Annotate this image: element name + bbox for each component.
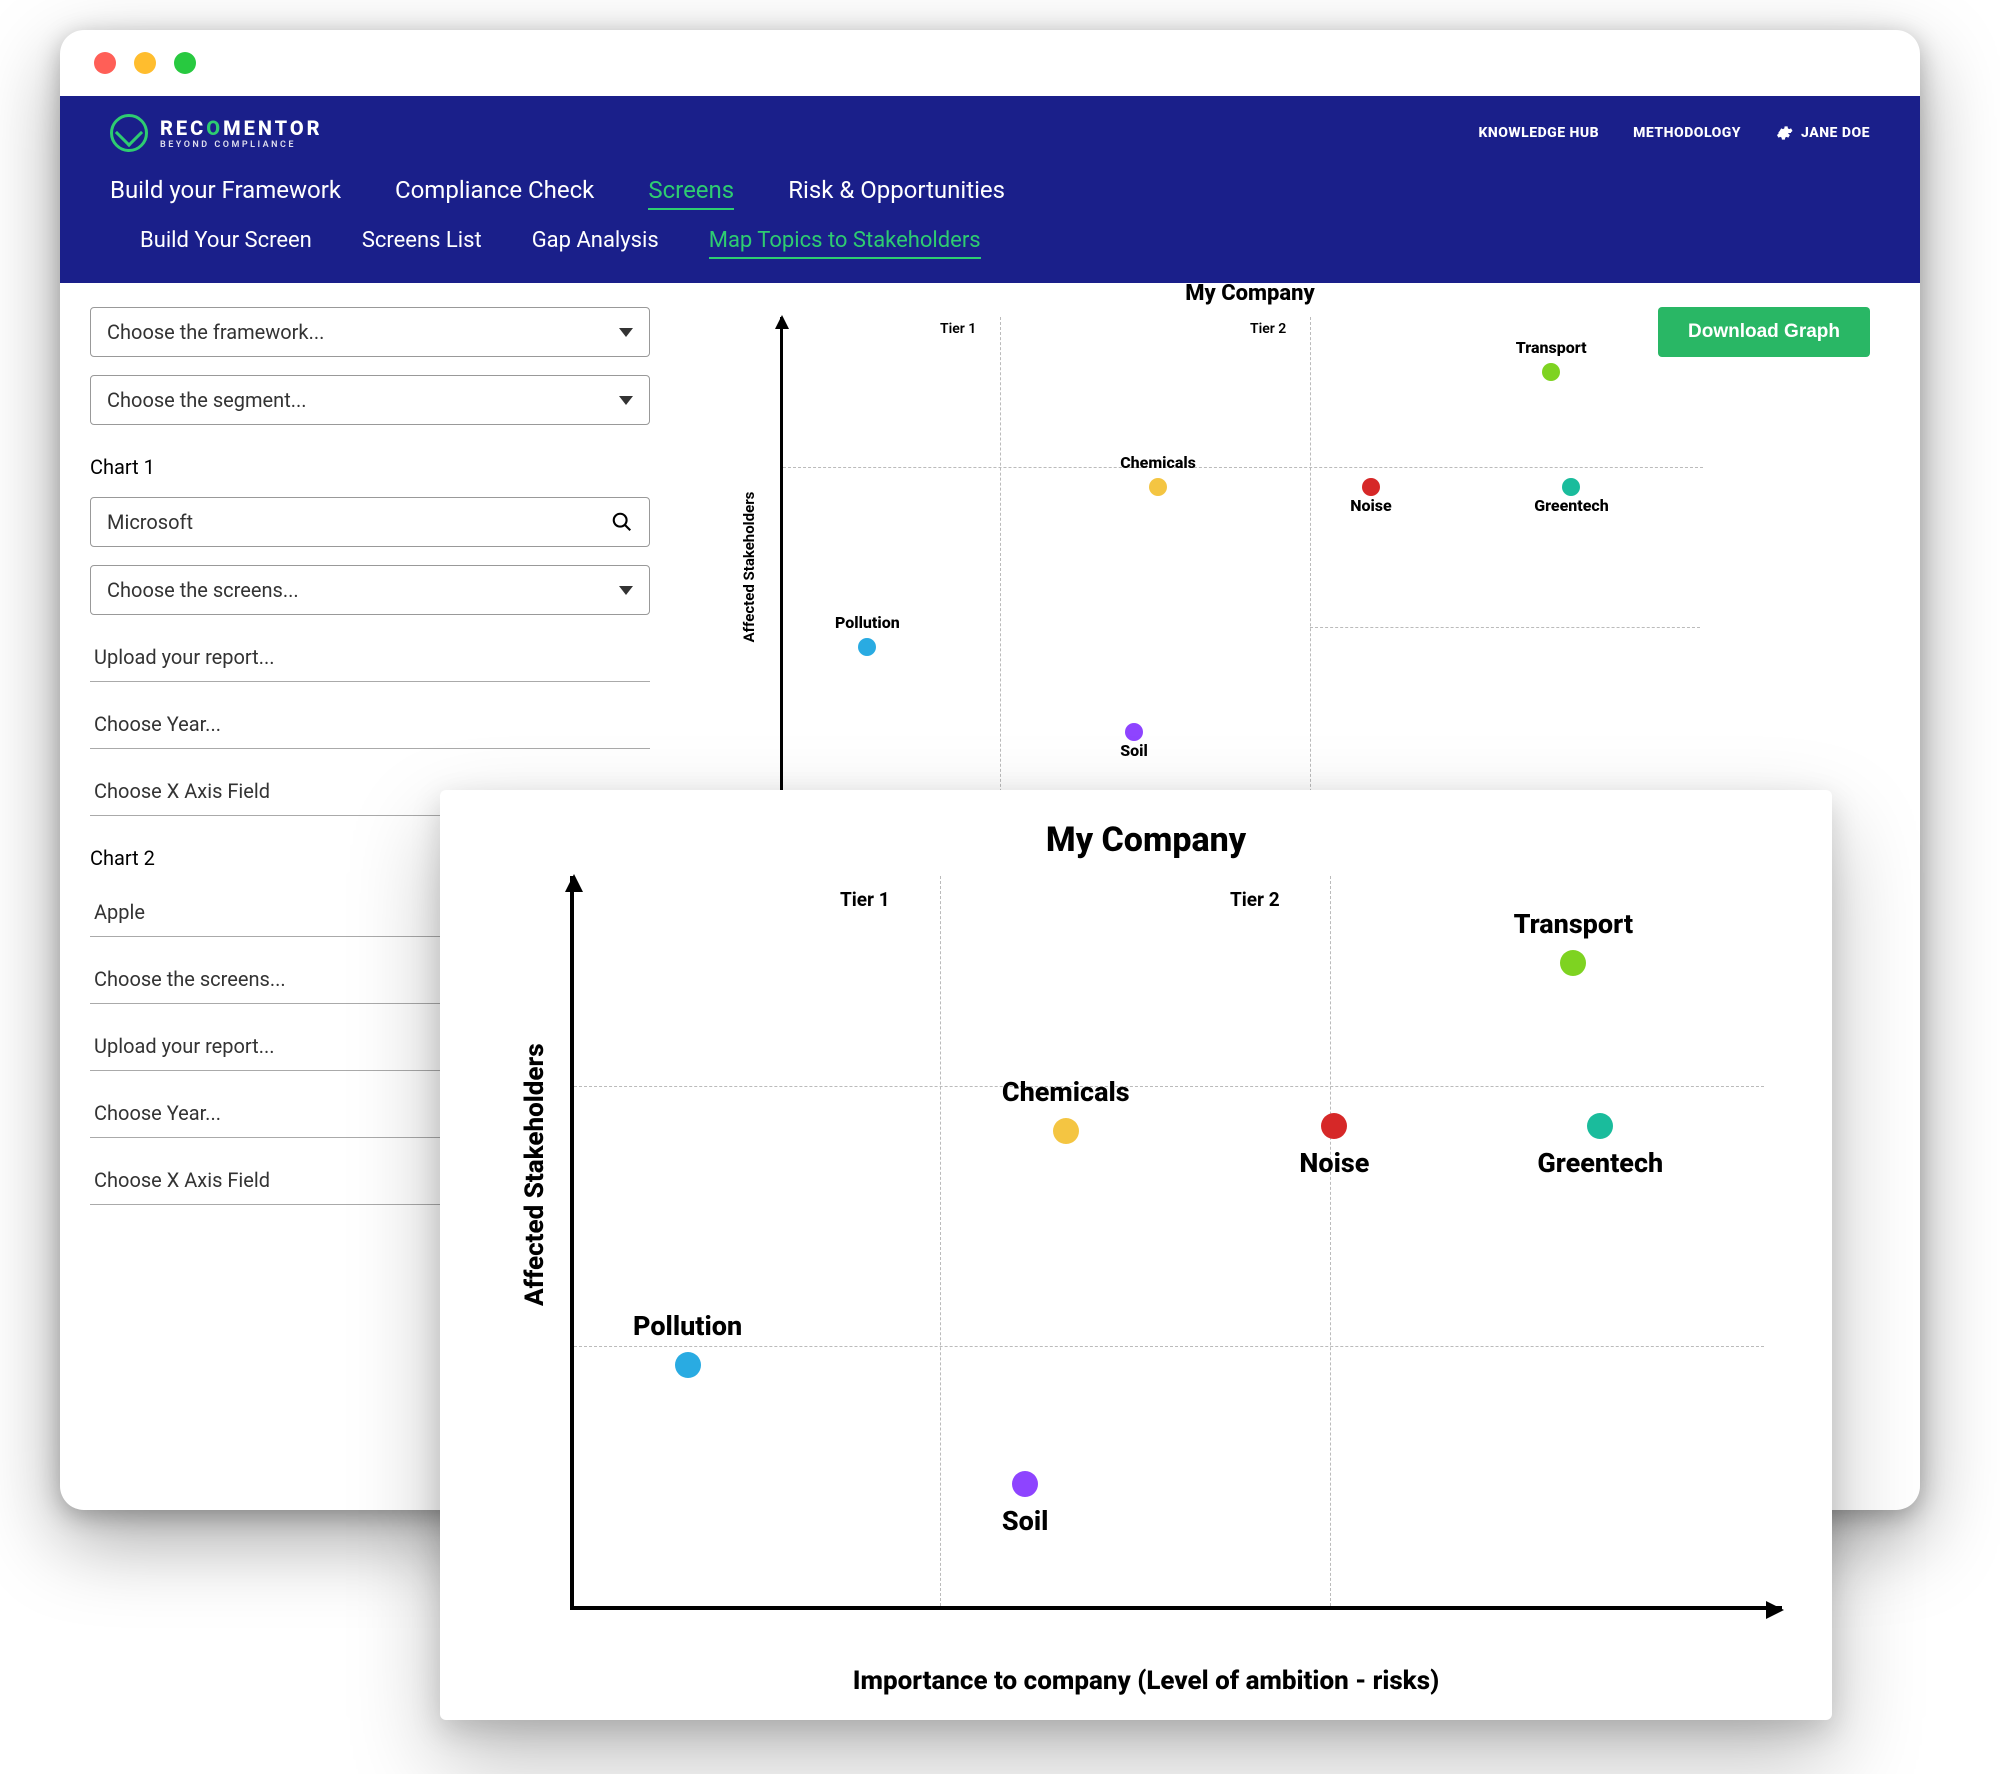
data-point-soil[interactable]: Soil — [1002, 1461, 1049, 1537]
select-framework-label: Choose the framework... — [107, 320, 324, 344]
user-name: JANE DOE — [1801, 125, 1870, 141]
logo-text: RECOMENTOR — [160, 116, 323, 140]
point-dot — [1321, 1113, 1347, 1139]
tab-screens[interactable]: Screens — [648, 176, 734, 210]
x-axis — [570, 1606, 1782, 1610]
nav-primary: Build your Framework Compliance Check Sc… — [110, 176, 1870, 210]
tab-build-screen[interactable]: Build Your Screen — [140, 228, 312, 259]
point-label: Soil — [1120, 741, 1148, 760]
data-point-noise[interactable]: Noise — [1299, 1103, 1369, 1179]
data-point-soil[interactable]: Soil — [1120, 717, 1148, 760]
point-label: Transport — [1516, 338, 1587, 357]
point-dot — [1587, 1113, 1613, 1139]
chevron-down-icon — [619, 328, 633, 337]
point-dot — [1542, 363, 1560, 381]
tab-map-topics[interactable]: Map Topics to Stakeholders — [709, 228, 981, 259]
point-label: Greentech — [1537, 1147, 1663, 1179]
chart1-year[interactable]: Choose Year... — [90, 700, 650, 749]
search-icon — [611, 511, 633, 533]
mini-tier1-line — [1000, 317, 1001, 817]
tier1-line — [940, 876, 941, 1606]
chart1-select-screens[interactable]: Choose the screens... — [90, 565, 650, 615]
point-dot — [1125, 723, 1143, 741]
chevron-down-icon — [619, 586, 633, 595]
chart-title: My Company — [500, 820, 1792, 860]
chart1-heading: Chart 1 — [90, 455, 650, 479]
point-label: Noise — [1350, 496, 1392, 515]
point-dot — [858, 638, 876, 656]
select-segment[interactable]: Choose the segment... — [90, 375, 650, 425]
gear-icon — [1775, 124, 1793, 142]
tab-gap-analysis[interactable]: Gap Analysis — [532, 228, 659, 259]
mini-chart: My Company Affected Stakeholders Tier 1 … — [720, 307, 1780, 847]
point-label: Chemicals — [1002, 1076, 1130, 1108]
point-dot — [1012, 1471, 1038, 1497]
point-dot — [1053, 1118, 1079, 1144]
point-label: Soil — [1002, 1505, 1049, 1537]
link-knowledge-hub[interactable]: KNOWLEDGE HUB — [1478, 125, 1599, 141]
chart1-company-value: Microsoft — [107, 510, 193, 534]
header: RECOMENTOR BEYOND COMPLIANCE KNOWLEDGE H… — [60, 96, 1920, 283]
mini-chart-title: My Company — [1185, 281, 1315, 306]
data-point-greentech[interactable]: Greentech — [1537, 1103, 1663, 1179]
tab-build-framework[interactable]: Build your Framework — [110, 176, 341, 210]
mini-gridline — [1310, 627, 1700, 628]
data-point-transport[interactable]: Transport — [1514, 908, 1633, 976]
data-point-noise[interactable]: Noise — [1350, 472, 1392, 515]
tier1-label: Tier 1 — [840, 888, 890, 911]
y-axis — [570, 876, 574, 1606]
tab-compliance[interactable]: Compliance Check — [395, 176, 594, 210]
minimize-window-icon[interactable] — [134, 52, 156, 74]
link-methodology[interactable]: METHODOLOGY — [1633, 125, 1741, 141]
chart1-company-input[interactable]: Microsoft — [90, 497, 650, 547]
mini-tier1-label: Tier 1 — [940, 321, 976, 337]
point-dot — [1149, 478, 1167, 496]
point-dot — [1362, 478, 1380, 496]
mini-y-label: Affected Stakeholders — [740, 492, 758, 643]
close-window-icon[interactable] — [94, 52, 116, 74]
data-point-chemicals[interactable]: Chemicals — [1120, 453, 1196, 496]
gridline — [574, 1346, 1764, 1347]
point-label: Pollution — [835, 613, 900, 632]
chart-card: My Company Affected Stakeholders Tier 1 … — [440, 790, 1832, 1720]
mini-tier2-line — [1310, 317, 1311, 817]
nav-secondary: Build Your Screen Screens List Gap Analy… — [110, 228, 1870, 273]
data-point-pollution[interactable]: Pollution — [835, 613, 900, 656]
point-label: Noise — [1299, 1147, 1369, 1179]
point-dot — [1562, 478, 1580, 496]
tab-risk[interactable]: Risk & Opportunities — [788, 176, 1005, 210]
point-label: Transport — [1514, 908, 1633, 940]
x-axis-label: Importance to company (Level of ambition… — [500, 1666, 1792, 1696]
chart-plot: Affected Stakeholders Tier 1 Tier 2 Poll… — [500, 876, 1792, 1646]
point-label: Greentech — [1534, 496, 1609, 515]
y-axis-label: Affected Stakeholders — [520, 1043, 550, 1306]
logo-icon — [110, 114, 148, 152]
user-menu[interactable]: JANE DOE — [1775, 124, 1870, 142]
mini-y-axis — [780, 317, 783, 817]
point-label: Chemicals — [1120, 453, 1196, 472]
tab-screens-list[interactable]: Screens List — [362, 228, 482, 259]
maximize-window-icon[interactable] — [174, 52, 196, 74]
point-label: Pollution — [633, 1310, 742, 1342]
point-dot — [675, 1352, 701, 1378]
tier2-label: Tier 2 — [1230, 888, 1280, 911]
chevron-down-icon — [619, 396, 633, 405]
gridline — [574, 1086, 1764, 1087]
logo-tagline: BEYOND COMPLIANCE — [160, 140, 323, 150]
data-point-transport[interactable]: Transport — [1516, 338, 1587, 381]
mini-gridline — [783, 467, 1703, 468]
select-segment-label: Choose the segment... — [107, 388, 307, 412]
mini-tier2-label: Tier 2 — [1250, 321, 1286, 337]
point-dot — [1560, 950, 1586, 976]
data-point-pollution[interactable]: Pollution — [633, 1310, 742, 1378]
data-point-greentech[interactable]: Greentech — [1534, 472, 1609, 515]
chart1-upload[interactable]: Upload your report... — [90, 633, 650, 682]
tier2-line — [1330, 876, 1331, 1606]
window-controls — [60, 30, 1920, 96]
select-framework[interactable]: Choose the framework... — [90, 307, 650, 357]
data-point-chemicals[interactable]: Chemicals — [1002, 1076, 1130, 1144]
logo[interactable]: RECOMENTOR BEYOND COMPLIANCE — [110, 114, 323, 152]
